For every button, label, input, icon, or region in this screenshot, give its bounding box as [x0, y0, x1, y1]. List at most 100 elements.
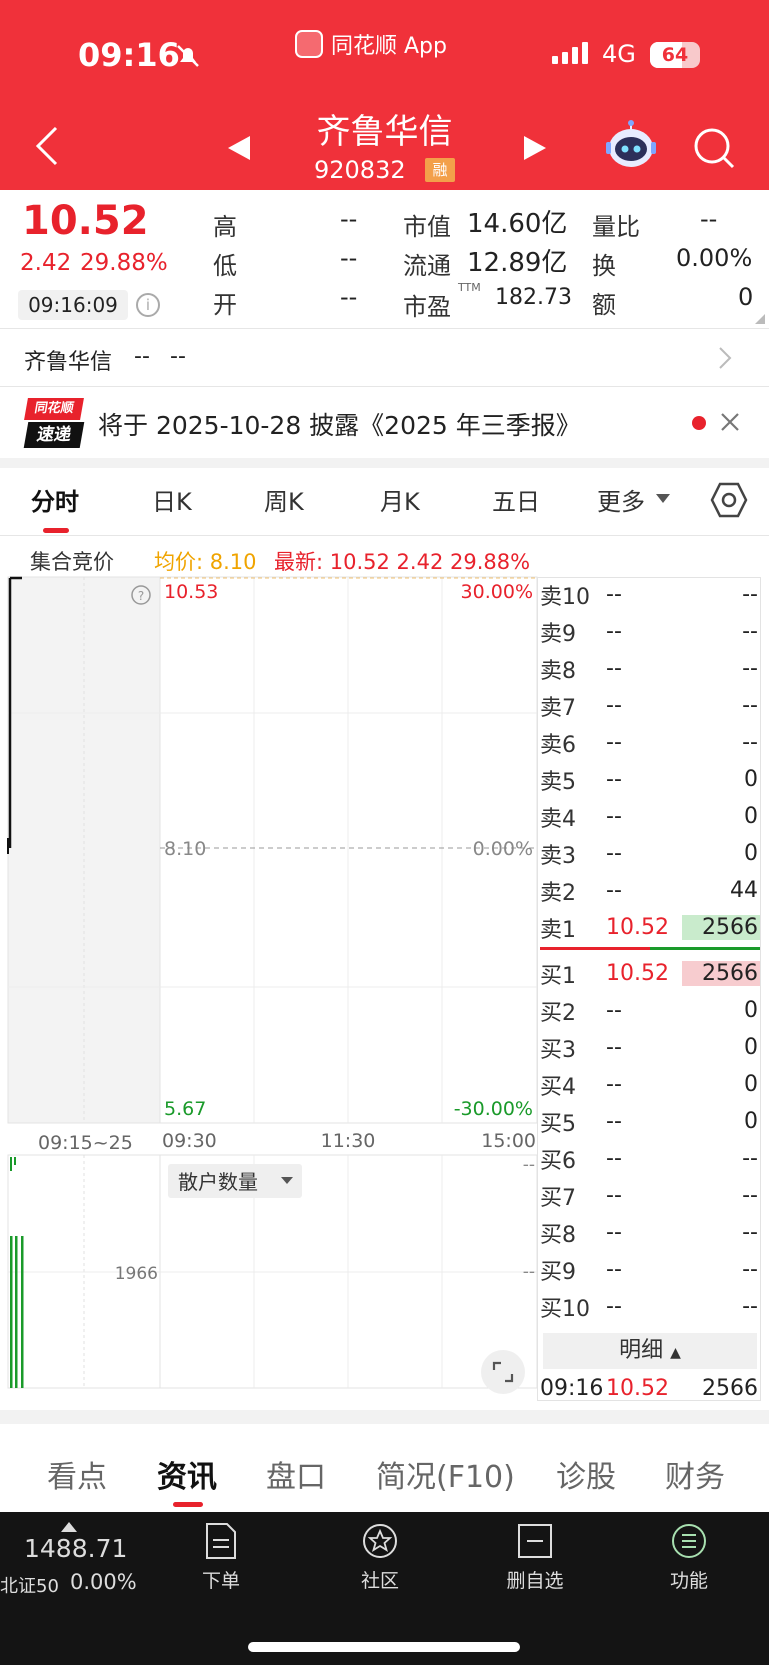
ask-price: --	[606, 878, 622, 903]
tab-financials[interactable]: 财务	[665, 1452, 725, 1496]
fullscreen-button[interactable]	[481, 1350, 525, 1394]
bid-level-label: 买10	[540, 1296, 590, 1322]
ask-volume: --	[742, 730, 758, 755]
ask-row[interactable]: 卖6 -- --	[540, 724, 760, 761]
ask-row[interactable]: 卖9 -- --	[540, 613, 760, 650]
volume-indicator-dropdown[interactable]: 散户数量	[168, 1164, 302, 1198]
trade-volume: 2566	[702, 1376, 758, 1401]
source-app-name: 同花顺 App	[331, 34, 447, 59]
mute-bell-icon	[177, 45, 199, 67]
related-row[interactable]: 齐鲁华信 -- --	[0, 330, 769, 386]
tab-diagnosis[interactable]: 诊股	[556, 1452, 616, 1496]
turnover-label: 换	[592, 252, 616, 280]
nav-functions[interactable]: 功能	[629, 1522, 749, 1593]
bid-volume: --	[742, 1257, 758, 1282]
bid-level-label: 买6	[540, 1148, 576, 1174]
ask-row[interactable]: 卖1 10.52 2566	[540, 909, 760, 946]
notice-bar[interactable]: 同花顺 速递 将于 2025-10-28 披露《2025 年三季报》	[0, 388, 769, 458]
ask-row[interactable]: 卖4 -- 0	[540, 798, 760, 835]
battery-level: 64	[661, 44, 689, 66]
nav-place-order[interactable]: 下单	[161, 1522, 281, 1593]
low-value: --	[340, 244, 358, 272]
nav-remove-watchlist-label: 删自选	[506, 1570, 564, 1592]
ask-row[interactable]: 卖5 -- 0	[540, 761, 760, 798]
home-indicator	[248, 1642, 520, 1652]
bid-row[interactable]: 买7 -- --	[540, 1177, 760, 1214]
tab-five-day[interactable]: 五日	[492, 482, 540, 517]
bid-row[interactable]: 买10 -- --	[540, 1288, 760, 1325]
bid-row[interactable]: 买9 -- --	[540, 1251, 760, 1288]
chart-settings-icon[interactable]	[710, 482, 748, 518]
auction-volume-label: 1966	[115, 1264, 158, 1284]
bid-row[interactable]: 买4 -- 0	[540, 1066, 760, 1103]
bid-price: --	[606, 1146, 622, 1171]
ask-row[interactable]: 卖8 -- --	[540, 650, 760, 687]
bid-volume: --	[742, 1220, 758, 1245]
tab-highlights[interactable]: 看点	[47, 1452, 107, 1496]
tab-f10-profile[interactable]: 简况(F10)	[376, 1452, 515, 1496]
bid-level-label: 买8	[540, 1222, 576, 1248]
bid-row[interactable]: 买2 -- 0	[540, 992, 760, 1029]
margin-badge: 融	[425, 158, 455, 182]
divider	[0, 386, 769, 387]
search-icon[interactable]	[692, 126, 736, 170]
open-value: --	[340, 283, 358, 311]
bid-price: --	[606, 1183, 622, 1208]
source-app-pill[interactable]: 同花顺 App	[295, 28, 447, 60]
intraday-chart[interactable]: ? 10.53 30.00% 8.10 0.00% 5.67 -30.00% 0…	[0, 570, 540, 1406]
high-value: --	[340, 205, 358, 233]
divider	[0, 328, 769, 329]
nav-community[interactable]: 社区	[320, 1522, 440, 1593]
ask-level-label: 卖2	[540, 880, 576, 906]
ask-volume: 0	[744, 767, 758, 792]
ask-level-label: 卖7	[540, 695, 576, 721]
ask-row[interactable]: 卖3 -- 0	[540, 835, 760, 872]
minus-box-icon	[518, 1524, 552, 1558]
ask-price: 10.52	[606, 915, 669, 940]
bid-row[interactable]: 买8 -- --	[540, 1214, 760, 1251]
tab-intraday[interactable]: 分时	[31, 482, 79, 517]
x-label-close: 15:00	[481, 1130, 536, 1152]
ask-price: --	[606, 582, 622, 607]
bid-volume: --	[742, 1294, 758, 1319]
bid-level-label: 买7	[540, 1185, 576, 1211]
next-stock-icon[interactable]	[522, 134, 548, 162]
low-label: 低	[213, 252, 237, 280]
ask-volume: --	[742, 582, 758, 607]
volume-bar	[10, 1236, 13, 1388]
badge-bottom-text: 速递	[23, 422, 85, 448]
unread-dot	[692, 416, 706, 430]
ask-row[interactable]: 卖7 -- --	[540, 687, 760, 724]
tab-weekly-k[interactable]: 周K	[264, 482, 304, 517]
bid-row[interactable]: 买3 -- 0	[540, 1029, 760, 1066]
ask-level-label: 卖8	[540, 658, 576, 684]
tab-monthly-k[interactable]: 月K	[380, 482, 420, 517]
bid-row[interactable]: 买5 -- 0	[540, 1103, 760, 1140]
bid-volume: 2566	[682, 961, 760, 986]
trade-detail-toggle[interactable]: 明细 ▲	[543, 1333, 757, 1369]
bid-row[interactable]: 买6 -- --	[540, 1140, 760, 1177]
tab-order-panel[interactable]: 盘口	[266, 1452, 326, 1496]
badge-top-text: 同花顺	[24, 398, 84, 420]
tab-more[interactable]: 更多	[597, 482, 645, 517]
ask-row[interactable]: 卖10 -- --	[540, 576, 760, 613]
ask-price: --	[606, 841, 622, 866]
tab-daily-k[interactable]: 日K	[152, 482, 192, 517]
close-icon[interactable]	[720, 412, 740, 432]
express-badge-icon: 同花顺 速递	[23, 398, 85, 448]
ask-volume: --	[742, 693, 758, 718]
bid-row[interactable]: 买1 10.52 2566	[540, 955, 760, 992]
index-value[interactable]: 1488.71	[24, 1534, 127, 1563]
tab-news[interactable]: 资讯	[157, 1452, 217, 1496]
up-arrow-icon	[61, 1522, 77, 1532]
volume-bar	[21, 1236, 24, 1388]
x-label-auction: 09:15~25	[38, 1132, 133, 1154]
nav-remove-watchlist[interactable]: 删自选	[475, 1522, 595, 1593]
expand-corner-icon	[755, 314, 765, 324]
ask-row[interactable]: 卖2 -- 44	[540, 872, 760, 909]
ask-price: --	[606, 767, 622, 792]
robot-assistant-icon[interactable]	[604, 120, 658, 172]
info-icon[interactable]: i	[136, 293, 160, 317]
price-change-pct: 29.88%	[80, 250, 168, 276]
ask-price: --	[606, 619, 622, 644]
